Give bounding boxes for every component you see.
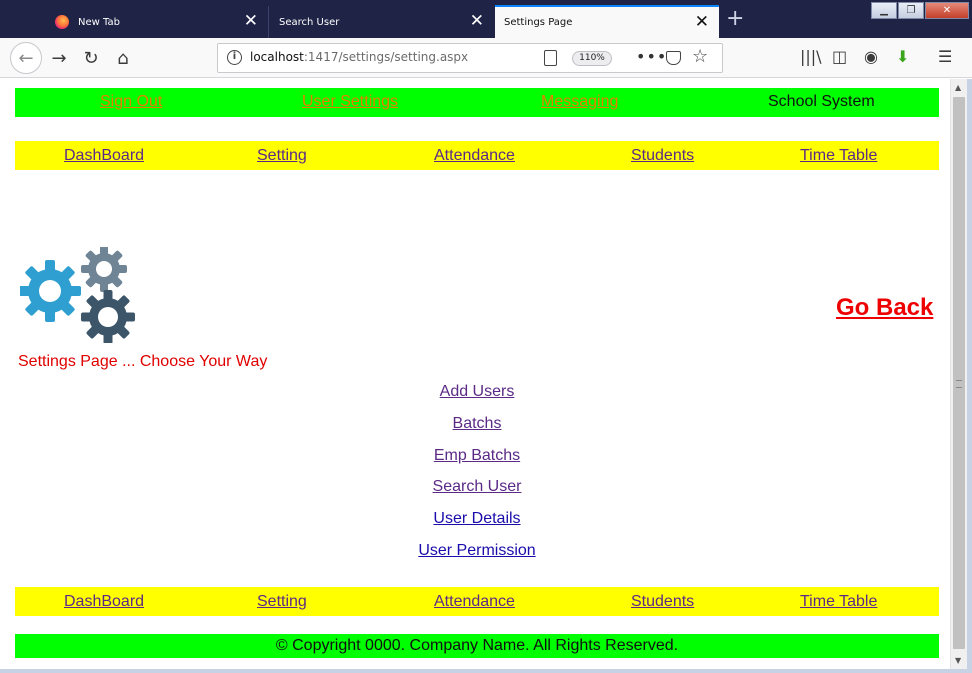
copyright-footer: © Copyright 0000. Company Name. All Righ… <box>15 634 939 658</box>
menu-attendance[interactable]: Attendance <box>434 593 515 611</box>
batchs-link[interactable]: Batchs <box>0 413 954 445</box>
url-text[interactable]: localhost:1417/settings/setting.aspx <box>250 50 468 64</box>
restore-icon[interactable]: ❐ <box>898 2 924 19</box>
search-user-link[interactable]: Search User <box>0 476 954 508</box>
title-bar: New Tab ✕ Search User ✕ Settings Page ✕ … <box>0 0 972 38</box>
top-nav-bar: Sign Out User Settings Messaging School … <box>15 88 939 117</box>
scroll-up-icon[interactable]: ▲ <box>955 83 961 92</box>
reader-view-icon[interactable] <box>544 50 557 66</box>
pocket-icon[interactable] <box>666 51 681 65</box>
web-page: Sign Out User Settings Messaging School … <box>0 79 950 669</box>
reload-icon[interactable]: ↻ <box>80 47 102 69</box>
menu-setting[interactable]: Setting <box>257 593 307 611</box>
menu-time-table[interactable]: Time Table <box>800 147 877 165</box>
library-icon[interactable]: |||\ <box>800 47 822 66</box>
url-host: localhost <box>250 50 304 64</box>
go-back-link[interactable]: Go Back <box>836 294 933 322</box>
window-frame-right <box>967 79 972 673</box>
user-settings-link[interactable]: User Settings <box>302 93 398 111</box>
tab-title: Search User <box>279 16 340 28</box>
menu-dashboard[interactable]: DashBoard <box>64 147 144 165</box>
sign-out-link[interactable]: Sign Out <box>100 93 162 111</box>
settings-gears-icon <box>20 247 135 343</box>
menu-dashboard[interactable]: DashBoard <box>64 593 144 611</box>
new-tab-icon[interactable]: + <box>726 8 744 30</box>
scroll-down-icon[interactable]: ▼ <box>955 656 961 665</box>
brand-title: School System <box>768 93 875 110</box>
account-icon[interactable]: ◉ <box>864 47 878 66</box>
tab-title: New Tab <box>78 16 120 28</box>
back-icon[interactable]: ← <box>10 42 42 74</box>
menu-students[interactable]: Students <box>631 593 694 611</box>
close-tab-icon[interactable]: ✕ <box>470 13 484 30</box>
window-controls: ▁ ❐ ✕ <box>870 2 969 20</box>
minimize-icon[interactable]: ▁ <box>871 2 897 19</box>
close-tab-icon[interactable]: ✕ <box>695 14 709 31</box>
site-info-icon[interactable]: i <box>227 50 242 65</box>
tab-title: Settings Page <box>504 17 573 28</box>
forward-icon[interactable]: → <box>48 47 70 69</box>
close-tab-icon[interactable]: ✕ <box>244 13 258 30</box>
user-permission-link[interactable]: User Permission <box>0 540 954 572</box>
window-frame-bottom <box>0 669 972 673</box>
scrollbar-thumb[interactable] <box>953 97 965 649</box>
navigation-toolbar: ← → ↻ ⌂ i localhost:1417/settings/settin… <box>0 38 972 78</box>
download-icon[interactable]: ⬇ <box>896 47 909 66</box>
page-actions-icon[interactable]: ••• <box>636 47 667 66</box>
settings-links: Add Users Batchs Emp Batchs Search User … <box>0 381 954 572</box>
menu-students[interactable]: Students <box>631 147 694 165</box>
vertical-scrollbar[interactable]: ▲ ▼ <box>950 79 967 669</box>
url-path: :1417/settings/setting.aspx <box>303 50 469 64</box>
bookmark-star-icon[interactable]: ☆ <box>692 46 708 67</box>
settings-tagline: Settings Page ... Choose Your Way <box>18 353 268 370</box>
zoom-level[interactable]: 110% <box>572 51 612 66</box>
add-users-link[interactable]: Add Users <box>0 381 954 413</box>
tab-settings-page[interactable]: Settings Page ✕ <box>495 5 719 38</box>
home-icon[interactable]: ⌂ <box>112 47 134 69</box>
menu-attendance[interactable]: Attendance <box>434 147 515 165</box>
main-menu-top: DashBoard Setting Attendance Students Ti… <box>15 141 939 170</box>
tab-search-user[interactable]: Search User ✕ <box>270 6 494 38</box>
menu-icon[interactable]: ☰ <box>938 47 952 66</box>
grip-icon <box>956 380 962 388</box>
firefox-icon <box>55 15 69 29</box>
sidebar-icon[interactable]: ◫ <box>832 47 847 66</box>
emp-batchs-link[interactable]: Emp Batchs <box>0 445 954 477</box>
menu-setting[interactable]: Setting <box>257 147 307 165</box>
main-menu-bottom: DashBoard Setting Attendance Students Ti… <box>15 587 939 616</box>
messaging-link[interactable]: Messaging <box>541 93 618 111</box>
address-bar[interactable]: i localhost:1417/settings/setting.aspx 1… <box>217 43 723 73</box>
user-details-link[interactable]: User Details <box>0 508 954 540</box>
close-window-icon[interactable]: ✕ <box>925 2 969 19</box>
menu-time-table[interactable]: Time Table <box>800 593 877 611</box>
tab-new-tab[interactable]: New Tab ✕ <box>45 6 269 38</box>
